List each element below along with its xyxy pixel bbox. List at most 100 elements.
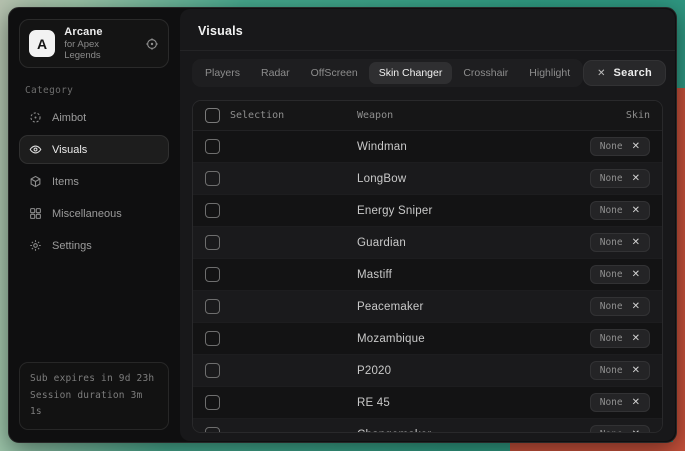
desktop-accent-bottom xyxy=(510,442,685,451)
tab[interactable]: Skin Changer xyxy=(369,62,453,84)
weapon-name: Changemaker xyxy=(357,429,431,434)
tab[interactable]: Highlight xyxy=(519,62,580,84)
skin-value: None xyxy=(600,205,623,216)
skin-select-badge[interactable]: None ✕ xyxy=(590,169,650,188)
toolbar: Players Radar OffScreen Skin Changer xyxy=(180,51,675,91)
clear-skin-icon[interactable]: ✕ xyxy=(632,269,640,280)
select-all-checkbox[interactable] xyxy=(205,108,220,123)
tab-label: Crosshair xyxy=(463,67,508,79)
table-row: Windman None ✕ xyxy=(193,131,662,163)
row-checkbox[interactable] xyxy=(205,427,220,433)
skin-value: None xyxy=(600,173,623,184)
cube-icon xyxy=(29,175,42,188)
clear-skin-icon[interactable]: ✕ xyxy=(632,429,640,433)
eye-icon xyxy=(29,143,42,156)
skin-value: None xyxy=(600,365,623,376)
brand-text: Arcane for Apex Legends xyxy=(64,26,136,61)
clear-skin-icon[interactable]: ✕ xyxy=(632,237,640,248)
skin-value: None xyxy=(600,429,623,433)
brand-card: A Arcane for Apex Legends xyxy=(19,19,169,68)
row-checkbox[interactable] xyxy=(205,171,220,186)
sidebar-item-settings[interactable]: Settings xyxy=(19,231,169,260)
target-icon[interactable] xyxy=(145,37,159,51)
skin-value: None xyxy=(600,269,623,280)
sidebar-item-miscellaneous[interactable]: Miscellaneous xyxy=(19,199,169,228)
tab[interactable]: OffScreen xyxy=(301,62,368,84)
clear-skin-icon[interactable]: ✕ xyxy=(632,301,640,312)
skin-select-badge[interactable]: None ✕ xyxy=(590,393,650,412)
tab[interactable]: Radar xyxy=(251,62,300,84)
table-row: Mastiff None ✕ xyxy=(193,259,662,291)
grid-icon xyxy=(29,207,42,220)
sidebar-item-label: Items xyxy=(52,176,79,188)
skin-select-badge[interactable]: None ✕ xyxy=(590,233,650,252)
search-button[interactable]: ✕ Search xyxy=(583,60,666,86)
skin-select-badge[interactable]: None ✕ xyxy=(590,425,650,433)
sidebar: A Arcane for Apex Legends Category xyxy=(9,8,179,442)
row-checkbox[interactable] xyxy=(205,299,220,314)
row-checkbox[interactable] xyxy=(205,395,220,410)
skin-select-badge[interactable]: None ✕ xyxy=(590,265,650,284)
sidebar-item-label: Visuals xyxy=(52,144,87,156)
tab-label: Highlight xyxy=(529,67,570,79)
tab[interactable]: Crosshair xyxy=(453,62,518,84)
row-checkbox[interactable] xyxy=(205,139,220,154)
weapon-name: Energy Sniper xyxy=(357,205,432,217)
skin-select-badge[interactable]: None ✕ xyxy=(590,297,650,316)
skin-select-badge[interactable]: None ✕ xyxy=(590,201,650,220)
session-duration-text: Session duration 3m 1s xyxy=(30,388,158,421)
skin-changer-table: Selection Weapon Skin Windman None ✕ xyxy=(192,100,663,433)
search-button-label: Search xyxy=(614,67,653,79)
tab-label: OffScreen xyxy=(311,67,358,79)
sidebar-nav: Aimbot Visuals Items xyxy=(19,103,169,260)
clear-skin-icon[interactable]: ✕ xyxy=(632,141,640,152)
app-subtitle: for Apex Legends xyxy=(64,39,136,61)
weapon-name: Mastiff xyxy=(357,269,392,281)
sidebar-item-items[interactable]: Items xyxy=(19,167,169,196)
skin-value: None xyxy=(600,237,623,248)
column-header-selection: Selection xyxy=(230,110,284,121)
skin-select-badge[interactable]: None ✕ xyxy=(590,137,650,156)
sidebar-item-label: Settings xyxy=(52,240,92,252)
main-panel: Visuals Players Radar OffScreen xyxy=(180,9,675,441)
clear-skin-icon[interactable]: ✕ xyxy=(632,173,640,184)
table-row: RE 45 None ✕ xyxy=(193,387,662,419)
clear-skin-icon[interactable]: ✕ xyxy=(632,205,640,216)
search-icon: ✕ xyxy=(597,68,605,79)
skin-value: None xyxy=(600,397,623,408)
tab-label: Players xyxy=(205,67,240,79)
skin-value: None xyxy=(600,333,623,344)
clear-skin-icon[interactable]: ✕ xyxy=(632,365,640,376)
weapon-name: P2020 xyxy=(357,365,391,377)
sidebar-item-aimbot[interactable]: Aimbot xyxy=(19,103,169,132)
weapon-name: Peacemaker xyxy=(357,301,424,313)
tab-label: Skin Changer xyxy=(379,67,443,79)
column-header-skin: Skin xyxy=(626,110,650,121)
subscription-info: Sub expires in 9d 23h Session duration 3… xyxy=(19,362,169,430)
column-header-weapon: Weapon xyxy=(357,110,393,121)
tab[interactable]: Players xyxy=(195,62,250,84)
table-body: Windman None ✕ LongBow None ✕ xyxy=(193,131,662,433)
row-checkbox[interactable] xyxy=(205,363,220,378)
weapon-name: LongBow xyxy=(357,173,406,185)
aimbot-target-icon xyxy=(29,111,42,124)
gear-icon xyxy=(29,239,42,252)
main-header: Visuals xyxy=(180,9,675,51)
skin-select-badge[interactable]: None ✕ xyxy=(590,329,650,348)
app-logo: A xyxy=(29,30,55,57)
table-row: Changemaker None ✕ xyxy=(193,419,662,433)
weapon-name: Guardian xyxy=(357,237,406,249)
row-checkbox[interactable] xyxy=(205,331,220,346)
app-window: A Arcane for Apex Legends Category xyxy=(8,7,677,443)
row-checkbox[interactable] xyxy=(205,203,220,218)
clear-skin-icon[interactable]: ✕ xyxy=(632,333,640,344)
app-name: Arcane xyxy=(64,26,136,38)
row-checkbox[interactable] xyxy=(205,267,220,282)
skin-select-badge[interactable]: None ✕ xyxy=(590,361,650,380)
sub-expires-text: Sub expires in 9d 23h xyxy=(30,371,158,388)
sidebar-item-visuals[interactable]: Visuals xyxy=(19,135,169,164)
weapon-name: RE 45 xyxy=(357,397,390,409)
row-checkbox[interactable] xyxy=(205,235,220,250)
clear-skin-icon[interactable]: ✕ xyxy=(632,397,640,408)
table-row: Energy Sniper None ✕ xyxy=(193,195,662,227)
